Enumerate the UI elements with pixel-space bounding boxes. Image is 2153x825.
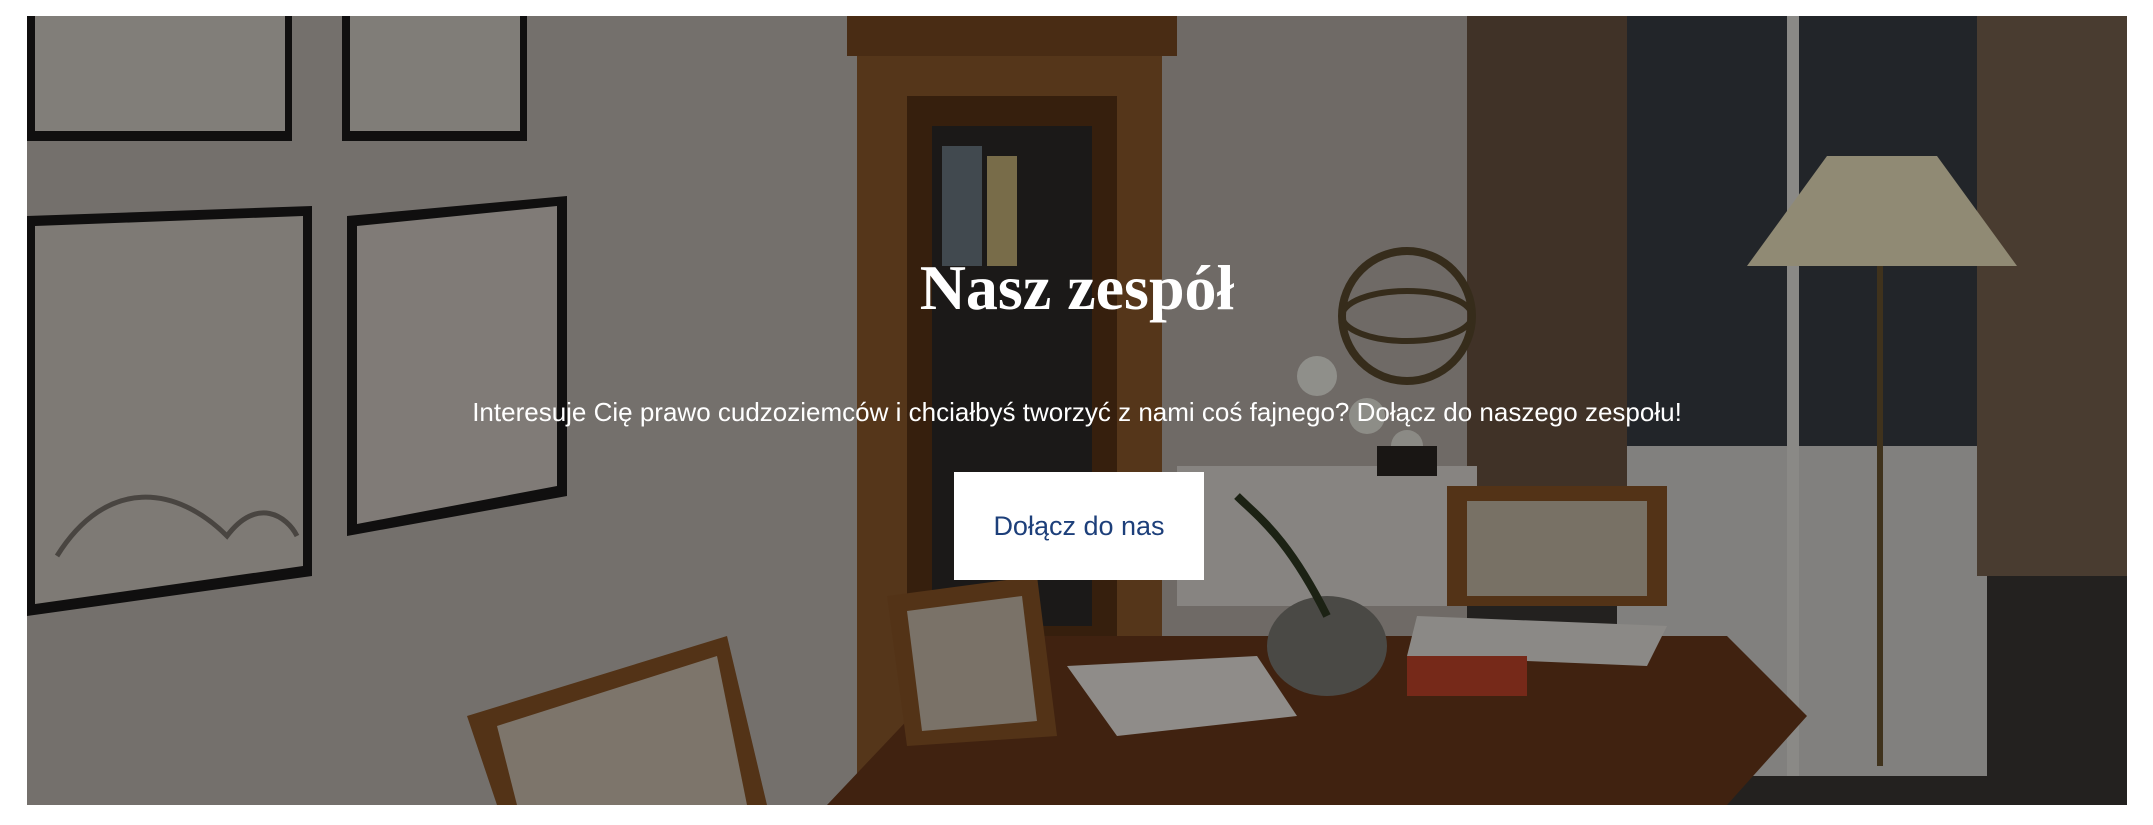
hero-banner: Nasz zespół Interesuje Cię prawo cudzozi… xyxy=(27,16,2127,805)
hero-content: Nasz zespół Interesuje Cię prawo cudzozi… xyxy=(27,16,2127,805)
page-title: Nasz zespół xyxy=(919,252,1235,323)
join-us-button[interactable]: Dołącz do nas xyxy=(954,472,1204,580)
hero-subtitle: Interesuje Cię prawo cudzoziemców i chci… xyxy=(472,397,1682,427)
